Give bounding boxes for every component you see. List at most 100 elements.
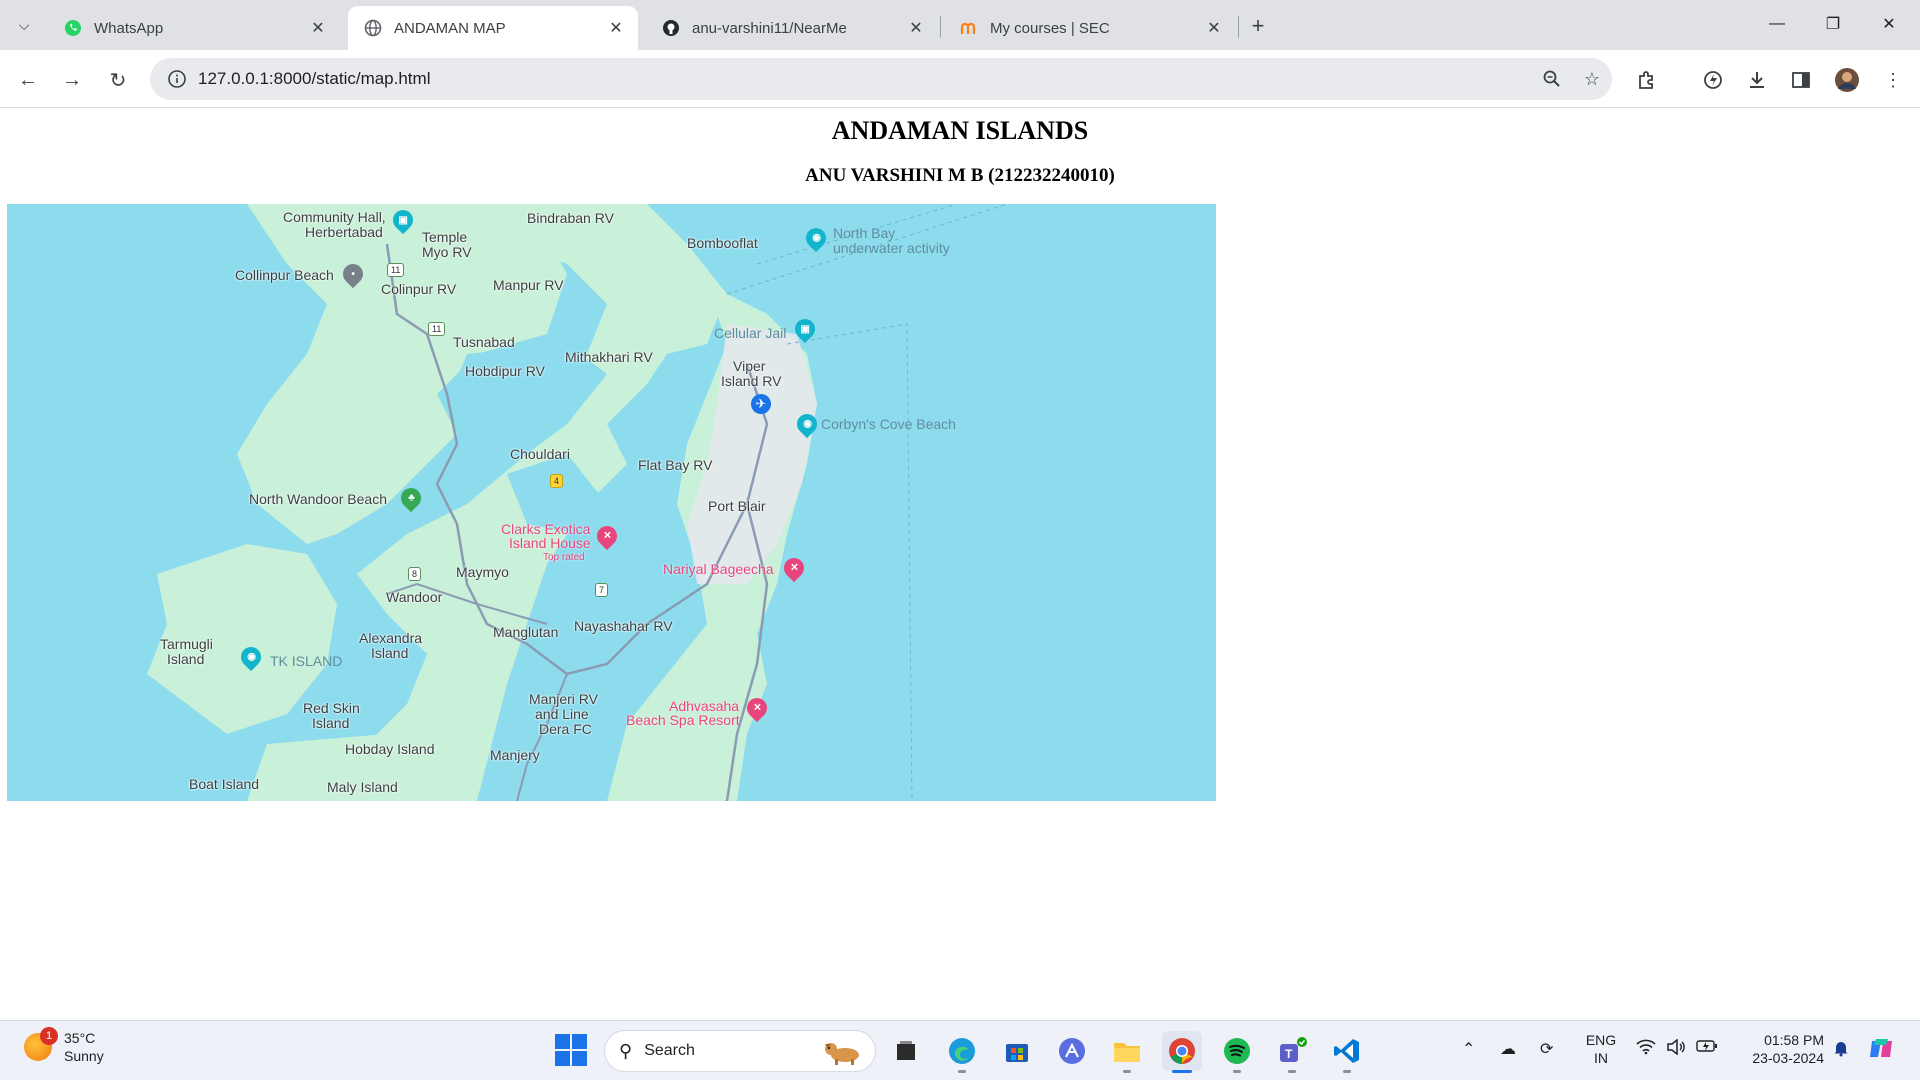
copilot-icon[interactable] [1866,1033,1898,1065]
tab-sec-courses[interactable]: My courses | SEC ✕ [944,6,1236,50]
label-colinpur: Colinpur RV [381,281,457,297]
taskbar-vscode[interactable] [1327,1031,1367,1073]
language-indicator[interactable]: ENG IN [1582,1031,1620,1067]
tab-andaman-map[interactable]: ANDAMAN MAP ✕ [348,6,638,50]
taskbar-spotify[interactable] [1217,1031,1257,1073]
running-indicator [1288,1070,1296,1073]
label-mithakhari: Mithakhari RV [565,349,653,365]
label-bombooflat: Bombooflat [687,235,758,251]
address-text[interactable]: 127.0.0.1:8000/static/map.html [198,69,1532,89]
label-herbertabad: Herbertabad [305,224,383,240]
restore-button[interactable]: ❐ [1810,8,1856,40]
reload-button[interactable]: ↻ [102,64,134,96]
taskbar-edge[interactable] [942,1031,982,1073]
back-button[interactable]: ← [12,64,44,96]
label-wandoor: Wandoor [386,589,443,605]
label-red-skin-2: Island [312,715,350,731]
start-button[interactable] [555,1034,587,1066]
moodle-icon [960,19,978,37]
profile-avatar[interactable] [1832,65,1862,95]
zoom-icon[interactable] [1532,69,1572,89]
taskbar-search[interactable]: ⚲ Search [604,1030,876,1072]
taskbar-arc-app[interactable] [1052,1031,1092,1071]
arrow-right-icon: → [62,68,82,91]
windows-logo-icon [572,1034,587,1049]
globe-icon [364,19,382,37]
weather-widget[interactable]: 1 35°C Sunny [24,1027,104,1065]
label-port-blair: Port Blair [708,498,766,514]
label-flat-bay: Flat Bay RV [638,457,713,473]
show-hidden-icons-button[interactable]: ⌃ [1462,1039,1475,1059]
clock[interactable]: 01:58 PM 23-03-2024 [1744,1031,1824,1067]
side-panel-icon[interactable] [1786,65,1816,95]
label-alexandra: Alexandra [359,630,423,646]
task-view-button[interactable] [886,1031,926,1071]
page-subtitle: ANU VARSHINI M B (212232240010) [805,165,1115,186]
label-north-bay-2: underwater activity [833,240,950,256]
road-shield-4: 4 [550,474,564,488]
close-icon[interactable]: ✕ [1204,18,1224,38]
airport-icon[interactable]: ✈ [751,394,771,414]
bookmark-star-icon[interactable]: ☆ [1572,69,1612,90]
label-maymyo: Maymyo [456,564,509,580]
label-boat-island: Boat Island [189,776,260,792]
label-chouldari: Chouldari [510,446,570,462]
volume-icon[interactable] [1666,1039,1686,1055]
label-maly-island: Maly Island [327,779,398,795]
map-base-layer [147,204,1008,801]
address-bar[interactable]: 127.0.0.1:8000/static/map.html ☆ [150,58,1612,100]
taskbar-store[interactable] [997,1031,1037,1071]
browser-toolbar: ← → ↻ 127.0.0.1:8000/static/map.html ☆ ⋮ [0,50,1920,108]
battery-icon[interactable] [1696,1039,1718,1053]
new-tab-button[interactable]: + [1244,12,1272,40]
label-adhvasaha-2: Beach Spa Resort [626,712,740,728]
notification-badge: 1 [40,1027,58,1045]
performance-icon[interactable] [1698,65,1728,95]
notification-bell-icon[interactable] [1832,1039,1850,1057]
extensions-icon[interactable] [1632,65,1662,95]
close-icon[interactable]: ✕ [606,18,626,38]
label-tusnabad: Tusnabad [453,334,515,350]
wifi-icon[interactable] [1636,1039,1656,1055]
close-window-button[interactable]: ✕ [1866,8,1912,40]
download-icon[interactable] [1742,65,1772,95]
teams-icon: T [1280,1037,1307,1062]
menu-dots-icon[interactable]: ⋮ [1878,65,1908,95]
search-placeholder: Search [644,1042,695,1059]
language-code: ENG [1585,1032,1617,1048]
forward-button[interactable]: → [56,64,88,96]
task-view-icon [897,1041,915,1060]
road-shield-7: 7 [595,583,609,597]
label-cellular-jail: Cellular Jail [714,325,787,341]
taskbar-teams[interactable]: T [1272,1031,1312,1073]
close-icon[interactable]: ✕ [308,18,328,38]
sync-icon[interactable]: ⟳ [1540,1039,1553,1059]
label-nayashahar: Nayashahar RV [574,618,673,634]
onedrive-icon[interactable]: ☁ [1500,1039,1516,1059]
close-icon[interactable]: ✕ [906,18,926,38]
app-triangle-icon [1059,1038,1085,1064]
running-indicator [1233,1070,1241,1073]
windows-taskbar: 1 35°C Sunny ⚲ Search T ⌃ ☁ ⟳ ENG IN 01:… [0,1020,1920,1080]
tab-whatsapp[interactable]: WhatsApp ✕ [48,6,340,50]
label-alexandra-2: Island [371,645,409,661]
spotify-icon [1224,1038,1250,1064]
label-manjeri-2: and Line [535,706,589,722]
taskbar-file-explorer[interactable] [1107,1031,1147,1073]
taskbar-chrome[interactable] [1162,1031,1202,1073]
road-shield-11: 11 [387,263,405,277]
plus-icon: + [1251,13,1265,38]
tab-github[interactable]: anu-varshini11/NearMe ✕ [646,6,938,50]
map-view[interactable]: Community Hall, Herbertabad Temple Myo R… [7,204,1216,801]
close-icon: ✕ [1882,16,1896,33]
windows-logo-icon [572,1051,587,1066]
tab-search-button[interactable]: ⌵ [8,10,40,40]
tab-title: anu-varshini11/NearMe [692,19,847,37]
label-manjery: Manjery [490,747,540,763]
minimize-button[interactable]: — [1754,8,1800,40]
store-icon [1006,1044,1028,1062]
label-manglutan: Manglutan [493,624,559,640]
site-info-icon[interactable] [156,69,198,89]
label-viper-2: Island RV [721,373,782,389]
restore-icon: ❐ [1825,16,1841,33]
